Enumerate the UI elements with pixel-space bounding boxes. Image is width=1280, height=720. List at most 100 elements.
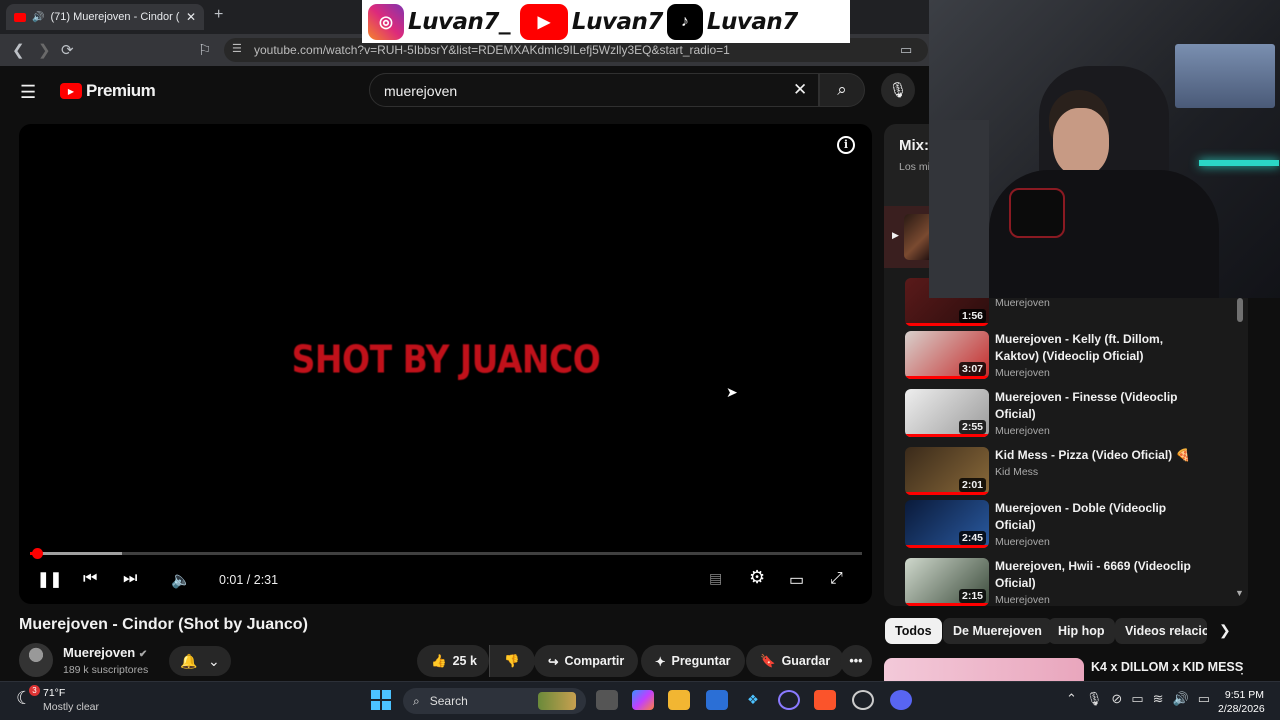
search-icon: ⌕ <box>413 693 420 708</box>
like-button[interactable]: 👍 25 k <box>417 645 489 677</box>
windows-start-icon[interactable] <box>371 690 391 710</box>
volume-icon[interactable]: 🔈 <box>171 570 191 590</box>
video-title: Kid Mess - Pizza (Video Oficial) 🍕 <box>995 448 1191 462</box>
weather-condition: Mostly clear <box>43 701 100 713</box>
webcam-overlay <box>929 0 1280 298</box>
cast-icon[interactable]: ▭ <box>900 42 912 58</box>
weather-temperature: 71°F <box>43 687 66 699</box>
close-tab-icon[interactable]: ✕ <box>186 10 196 24</box>
notifications-button[interactable]: 🔔 ⌄ <box>169 646 231 676</box>
chevron-right-icon[interactable]: ❯ <box>1219 622 1231 639</box>
playlist-current-item[interactable]: ▶ <box>884 206 930 268</box>
playlist-item[interactable]: 3:07 Muerejoven - Kelly (ft. Dillom, Kakt… <box>905 331 1235 387</box>
obs-icon[interactable] <box>778 690 800 710</box>
tiktok-handle: Luvan7 <box>706 8 798 35</box>
menu-icon[interactable]: ☰ <box>20 82 36 103</box>
next-icon[interactable]: ⏭ <box>123 570 137 588</box>
task-view-icon[interactable] <box>596 690 618 710</box>
discord-icon[interactable] <box>890 690 912 710</box>
clear-search-icon[interactable]: ✕ <box>793 80 807 100</box>
chevron-down-icon: ⌄ <box>208 652 220 669</box>
channel-name[interactable]: Muerejoven ✔ <box>63 645 147 660</box>
bookmark-icon[interactable]: ⚐ <box>198 41 211 59</box>
video-duration: 1:56 <box>958 309 986 323</box>
file-explorer-icon[interactable] <box>668 690 690 710</box>
playlist-item[interactable]: 2:01 Kid Mess - Pizza (Video Oficial) 🍕 Ki… <box>905 447 1235 503</box>
playlist-scrollbar[interactable] <box>1237 298 1243 322</box>
video-thumbnail: 3:07 <box>905 331 989 379</box>
share-button[interactable]: ↪ Compartir <box>534 645 639 677</box>
progress-bar[interactable] <box>30 552 862 555</box>
volume-icon[interactable]: 🔊 <box>1173 691 1189 707</box>
video-title: Muerejoven - Finesse (Videoclip Oficial) <box>995 390 1178 421</box>
chip-videos-relacionados[interactable]: Videos relacio <box>1115 618 1207 644</box>
youtube-play-icon: ▶ <box>60 83 82 99</box>
video-title: Muerejoven - Doble (Videoclip Oficial) <box>995 501 1167 532</box>
more-vertical-icon[interactable]: ⋮ <box>1235 660 1249 677</box>
taskbar-clock[interactable]: 9:51 PM 2/28/2026 <box>1218 688 1265 716</box>
save-button[interactable]: 🔖 Guardar <box>746 645 845 677</box>
voice-search-button[interactable]: 🎙 <box>881 73 915 107</box>
playlist-item[interactable]: 2:55 Muerejoven - Finesse (Videoclip Ofic… <box>905 389 1235 445</box>
battery-icon[interactable]: ▭ <box>1198 691 1210 707</box>
wifi-icon[interactable]: ≋ <box>1153 691 1164 707</box>
recommendation-title[interactable]: K4 x DILLOM x KID MESS <box>1091 660 1243 674</box>
social-handles-overlay: ◎ Luvan7_ ▶ Luvan7 ♪ Luvan7 <box>362 0 850 43</box>
playlist-title: Mix: <box>899 137 929 154</box>
youtube-logo[interactable]: ▶ Premium <box>60 81 156 101</box>
clock-date: 2/28/2026 <box>1218 703 1265 715</box>
microphone-icon[interactable]: 🎙 <box>1086 691 1103 707</box>
back-icon[interactable]: ❮ <box>12 41 25 59</box>
time-display: 0:01 / 2:31 <box>219 573 279 587</box>
bell-icon: 🔔 <box>180 652 198 669</box>
scroll-down-icon[interactable]: ▼ <box>1235 588 1244 598</box>
youtube-favicon-icon <box>14 12 26 22</box>
playlist-items: 1:56Oficial)Muerejoven3:07Muerejoven - K… <box>884 268 1248 606</box>
reload-icon[interactable]: ⟳ <box>61 41 74 59</box>
info-icon[interactable]: i <box>837 136 855 154</box>
chip-todos[interactable]: Todos <box>885 618 942 644</box>
taskbar-search[interactable]: ⌕ Search <box>403 688 586 714</box>
brave-browser-icon[interactable] <box>814 690 836 710</box>
youtube-icon: ▶ <box>519 3 568 40</box>
chip-de-muerejoven[interactable]: De Muerejoven <box>943 618 1052 644</box>
tray-overflow-icon[interactable]: ⌃ <box>1066 691 1077 707</box>
fullscreen-icon[interactable]: ⤢ <box>830 570 843 588</box>
subtitles-icon[interactable]: ▤ <box>709 570 722 587</box>
channel-avatar[interactable] <box>19 643 53 677</box>
network-off-icon[interactable]: ⊘ <box>1111 691 1122 707</box>
video-duration: 2:01 <box>958 478 986 492</box>
terminal-icon[interactable]: ❖ <box>742 690 764 710</box>
chatgpt-icon[interactable] <box>852 690 874 710</box>
display-icon[interactable]: ▭ <box>1131 691 1143 707</box>
more-actions-button[interactable]: ••• <box>840 645 872 677</box>
pause-icon[interactable]: ❚❚ <box>37 570 62 588</box>
thumbs-down-icon: 👎 <box>504 653 520 668</box>
more-horizontal-icon: ••• <box>849 654 863 668</box>
chip-hip-hop[interactable]: Hip hop <box>1048 618 1115 644</box>
video-title: Muerejoven - Cindor (Shot by Juanco) <box>19 616 308 633</box>
playlist-item[interactable]: 2:15 Muerejoven, Hwii - 6669 (Videoclip O… <box>905 558 1235 606</box>
dislike-button[interactable]: 👎 <box>489 645 535 677</box>
scrubber-handle[interactable] <box>32 548 43 559</box>
new-tab-icon[interactable]: + <box>214 6 223 24</box>
video-frame-text: SHOT BY JUANCO <box>291 337 601 382</box>
theater-mode-icon[interactable]: ▭ <box>789 570 804 590</box>
video-thumbnail: 2:45 <box>905 500 989 548</box>
playlist-item[interactable]: 2:45 Muerejoven - Doble (Videoclip Oficia… <box>905 500 1235 556</box>
search-input[interactable]: muerejoven <box>369 73 819 107</box>
browser-tab[interactable]: 🔊 (71) Muerejoven - Cindor (Sho ✕ <box>6 4 204 30</box>
previous-icon[interactable]: ⏮ <box>83 570 97 588</box>
copilot-icon[interactable] <box>632 690 654 710</box>
microsoft-store-icon[interactable] <box>706 690 728 710</box>
tab-title: (71) Muerejoven - Cindor (Sho <box>50 11 180 23</box>
speaker-icon[interactable]: 🔊 <box>32 12 44 23</box>
video-title: Muerejoven, Hwii - 6669 (Videoclip Ofici… <box>995 559 1191 590</box>
search-button[interactable]: ⌕ <box>819 73 865 107</box>
site-info-icon[interactable]: ☰ <box>232 42 242 55</box>
ask-button[interactable]: ✦ Preguntar <box>641 645 745 677</box>
settings-gear-icon[interactable]: ⚙ <box>749 567 765 588</box>
forward-icon[interactable]: ❯ <box>38 41 51 59</box>
weather-badge: 3 <box>29 685 40 696</box>
share-icon: ↪ <box>548 654 559 669</box>
